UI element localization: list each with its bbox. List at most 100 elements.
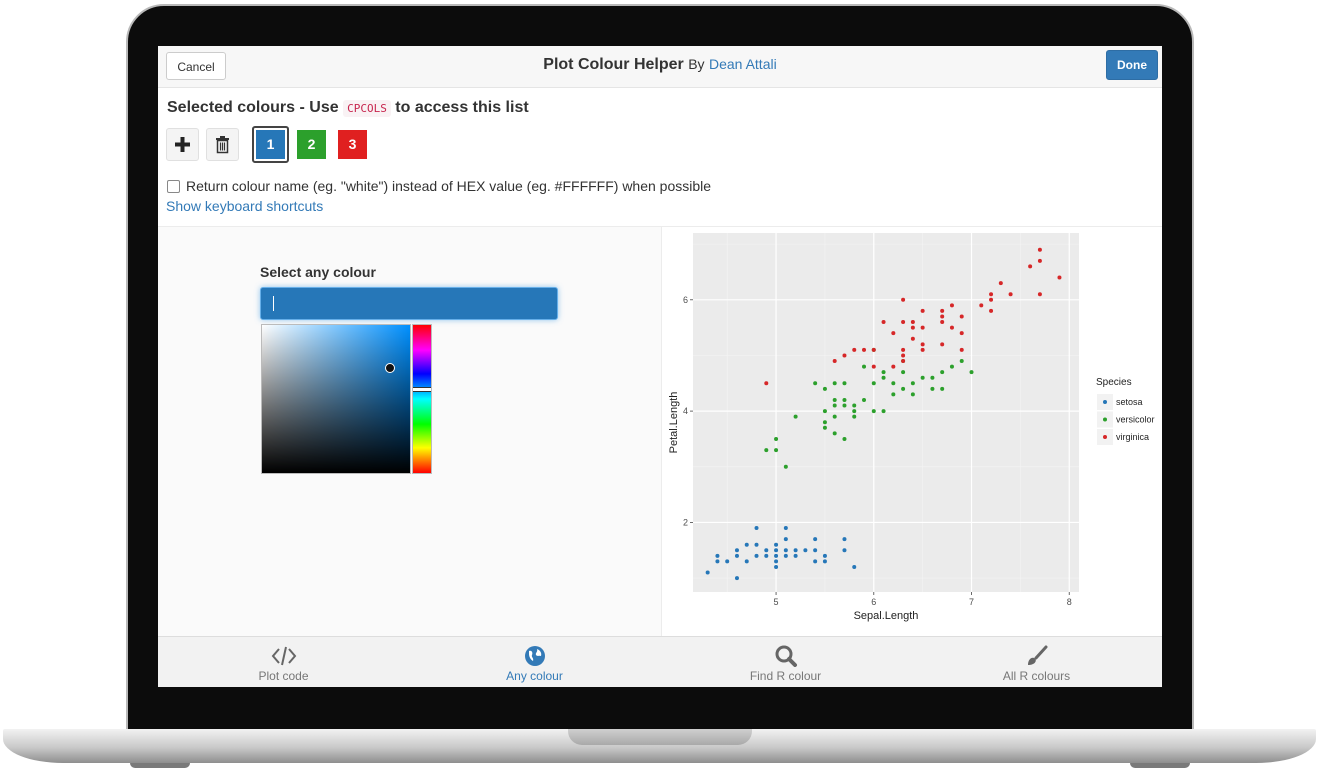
nav-all-r-colours[interactable]: All R colours: [911, 637, 1162, 687]
legend-marker: [1103, 400, 1107, 404]
data-point-virginica: [1057, 275, 1062, 280]
data-point-virginica: [989, 297, 994, 302]
colour-swatch-3[interactable]: 3: [334, 126, 371, 163]
data-point-versicolor: [930, 386, 935, 391]
scatter-plot: 5 6 7 8 2 4 6 Sepal.Length Petal.Length Species se…: [668, 233, 1155, 622]
data-point-virginica: [949, 325, 954, 330]
data-point-versicolor: [910, 392, 915, 397]
data-point-virginica: [901, 347, 906, 352]
text-caret: [273, 296, 274, 311]
data-point-versicolor: [822, 420, 827, 425]
data-point-setosa: [813, 548, 818, 553]
laptop-notch: [568, 729, 752, 745]
data-point-virginica: [1008, 292, 1013, 297]
data-point-setosa: [822, 553, 827, 558]
data-point-virginica: [940, 314, 945, 319]
data-point-versicolor: [822, 425, 827, 430]
data-point-setosa: [783, 548, 788, 553]
data-point-virginica: [842, 353, 847, 358]
legend-label: setosa: [1116, 397, 1143, 407]
data-point-versicolor: [881, 375, 886, 380]
data-point-setosa: [793, 548, 798, 553]
data-point-setosa: [764, 548, 769, 553]
data-point-versicolor: [891, 381, 896, 386]
data-point-virginica: [910, 320, 915, 325]
y-axis-label: Petal.Length: [668, 392, 680, 454]
data-point-versicolor: [871, 381, 876, 386]
data-point-setosa: [754, 553, 759, 558]
x-tick-label: 7: [969, 597, 974, 607]
data-point-versicolor: [891, 392, 896, 397]
colour-input[interactable]: [260, 287, 558, 320]
data-point-setosa: [734, 553, 739, 558]
y-tick-label: 4: [683, 406, 688, 416]
data-point-versicolor: [881, 370, 886, 375]
legend-marker: [1103, 435, 1107, 439]
colour-swatch-1[interactable]: 1: [252, 126, 289, 163]
data-point-virginica: [881, 320, 886, 325]
data-point-setosa: [783, 525, 788, 530]
add-colour-button[interactable]: [166, 128, 199, 161]
heading-post: to access this list: [395, 99, 529, 116]
author-link[interactable]: Dean Attali: [709, 56, 777, 72]
data-point-virginica: [940, 308, 945, 313]
bottom-nav: Plot code Any colour Find R colour All R…: [158, 636, 1162, 687]
nav-find-r-colour[interactable]: Find R colour: [660, 637, 911, 687]
nav-plot-code[interactable]: Plot code: [158, 637, 409, 687]
nav-any-colour[interactable]: Any colour: [409, 637, 660, 687]
data-point-setosa: [813, 559, 818, 564]
hue-handle[interactable]: [413, 387, 431, 392]
data-point-versicolor: [901, 370, 906, 375]
globe-icon: [524, 646, 545, 666]
data-point-setosa: [783, 537, 788, 542]
delete-colour-button[interactable]: [206, 128, 239, 161]
data-point-virginica: [862, 347, 867, 352]
hue-slider[interactable]: [412, 324, 432, 474]
return-name-label: Return colour name (eg. "white") instead…: [186, 178, 712, 194]
data-point-virginica: [901, 353, 906, 358]
plot-panel: [693, 233, 1079, 592]
swatch-label: 3: [338, 130, 367, 159]
data-point-virginica: [910, 336, 915, 341]
data-point-versicolor: [842, 436, 847, 441]
data-point-versicolor: [842, 381, 847, 386]
return-name-checkbox[interactable]: [167, 180, 180, 193]
swatch-label: 2: [297, 130, 326, 159]
data-point-virginica: [901, 297, 906, 302]
done-button[interactable]: Done: [1106, 50, 1158, 80]
data-point-versicolor: [881, 409, 886, 414]
x-axis-label: Sepal.Length: [854, 610, 919, 622]
saturation-value-area[interactable]: [261, 324, 411, 474]
data-point-versicolor: [832, 414, 837, 419]
page-title: Plot Colour Helper By Dean Attali: [158, 56, 1162, 74]
data-point-virginica: [959, 331, 964, 336]
data-point-versicolor: [930, 375, 935, 380]
data-point-setosa: [813, 537, 818, 542]
data-point-versicolor: [852, 403, 857, 408]
data-point-versicolor: [774, 436, 779, 441]
data-point-setosa: [774, 548, 779, 553]
data-point-setosa: [774, 559, 779, 564]
data-point-setosa: [774, 553, 779, 558]
data-point-versicolor: [871, 409, 876, 414]
show-shortcuts-link[interactable]: Show keyboard shortcuts: [166, 198, 323, 214]
legend-title: Species: [1096, 377, 1132, 388]
data-point-setosa: [725, 559, 730, 564]
legend-label: versicolor: [1116, 415, 1155, 425]
data-point-versicolor: [832, 381, 837, 386]
data-point-virginica: [959, 314, 964, 319]
swatch-label: 1: [256, 130, 285, 159]
heading-pre: Selected colours - Use: [167, 99, 339, 116]
data-point-versicolor: [764, 448, 769, 453]
data-point-virginica: [940, 342, 945, 347]
data-point-versicolor: [940, 370, 945, 375]
data-point-setosa: [842, 537, 847, 542]
data-point-versicolor: [910, 381, 915, 386]
data-point-setosa: [803, 548, 808, 553]
search-icon: [775, 645, 797, 667]
data-point-setosa: [744, 542, 749, 547]
data-point-virginica: [1037, 258, 1042, 263]
sv-handle[interactable]: [385, 363, 395, 373]
colour-swatch-2[interactable]: 2: [293, 126, 330, 163]
data-point-versicolor: [920, 375, 925, 380]
